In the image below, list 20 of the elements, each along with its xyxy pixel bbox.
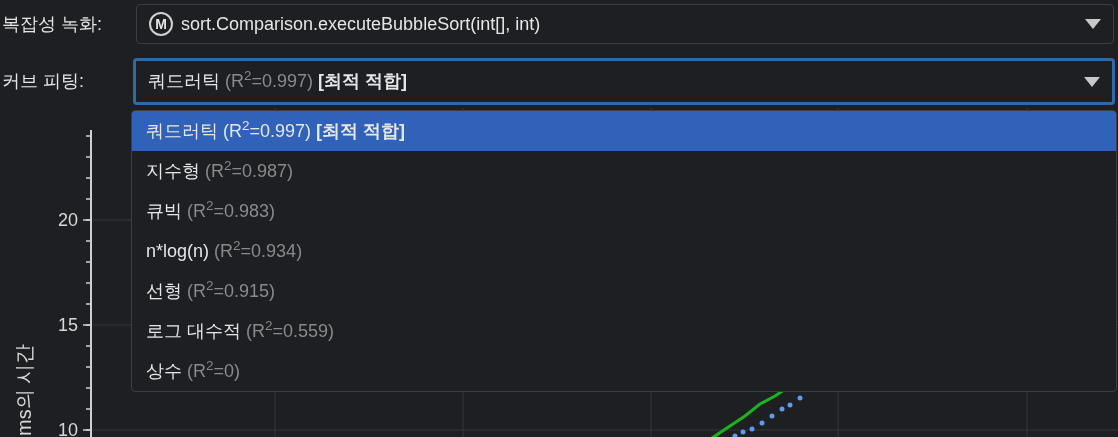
curve-fit-option[interactable]: 선형 (R$^{2}$=0.915) (132, 271, 1116, 311)
y-tick-label: 10 (56, 421, 78, 437)
field-label: 복잡성 녹화: (1, 12, 103, 36)
curve-fit-option[interactable]: 로그 대수적 (R$^{2}$=0.559) (132, 311, 1116, 351)
caret-icon (1084, 76, 1100, 87)
method-dropdown[interactable]: M sort.Comparison.executeBubbleSort(int[], int) (136, 4, 1114, 44)
y-tick-label: 15 (56, 316, 78, 334)
curve-fit-dropdown[interactable]: 쿼드러틱 (R$^{2}$=0.997) [최적 적합] (133, 58, 1115, 105)
method-value: sort.Comparison.executeBubbleSort(int[], int) (181, 12, 542, 36)
field-label: 커브 피팅: (1, 70, 85, 93)
y-tick-label: 20 (56, 211, 78, 229)
curve-fit-option[interactable]: 큐빅 (R$^{2}$=0.983) (132, 191, 1116, 231)
curve-fit-value: 쿼드러틱 (R$^{2}$=0.997) [최적 적합] (148, 68, 409, 93)
curve-fit-option[interactable]: n*log(n) (R$^{2}$=0.934) (132, 231, 1116, 271)
curve-fit-option[interactable]: 상수 (R$^{2}$=0) (132, 351, 1116, 391)
y-axis-label: ms의 시간 (14, 343, 34, 436)
curve-fit-option[interactable]: 지수형 (R$^{2}$=0.987) (132, 151, 1116, 191)
curve-fit-option[interactable]: 쿼드러틱 (R$^{2}$=0.997) [최적 적합] (132, 111, 1116, 151)
caret-icon (1085, 19, 1101, 29)
method-badge: M (149, 12, 173, 36)
